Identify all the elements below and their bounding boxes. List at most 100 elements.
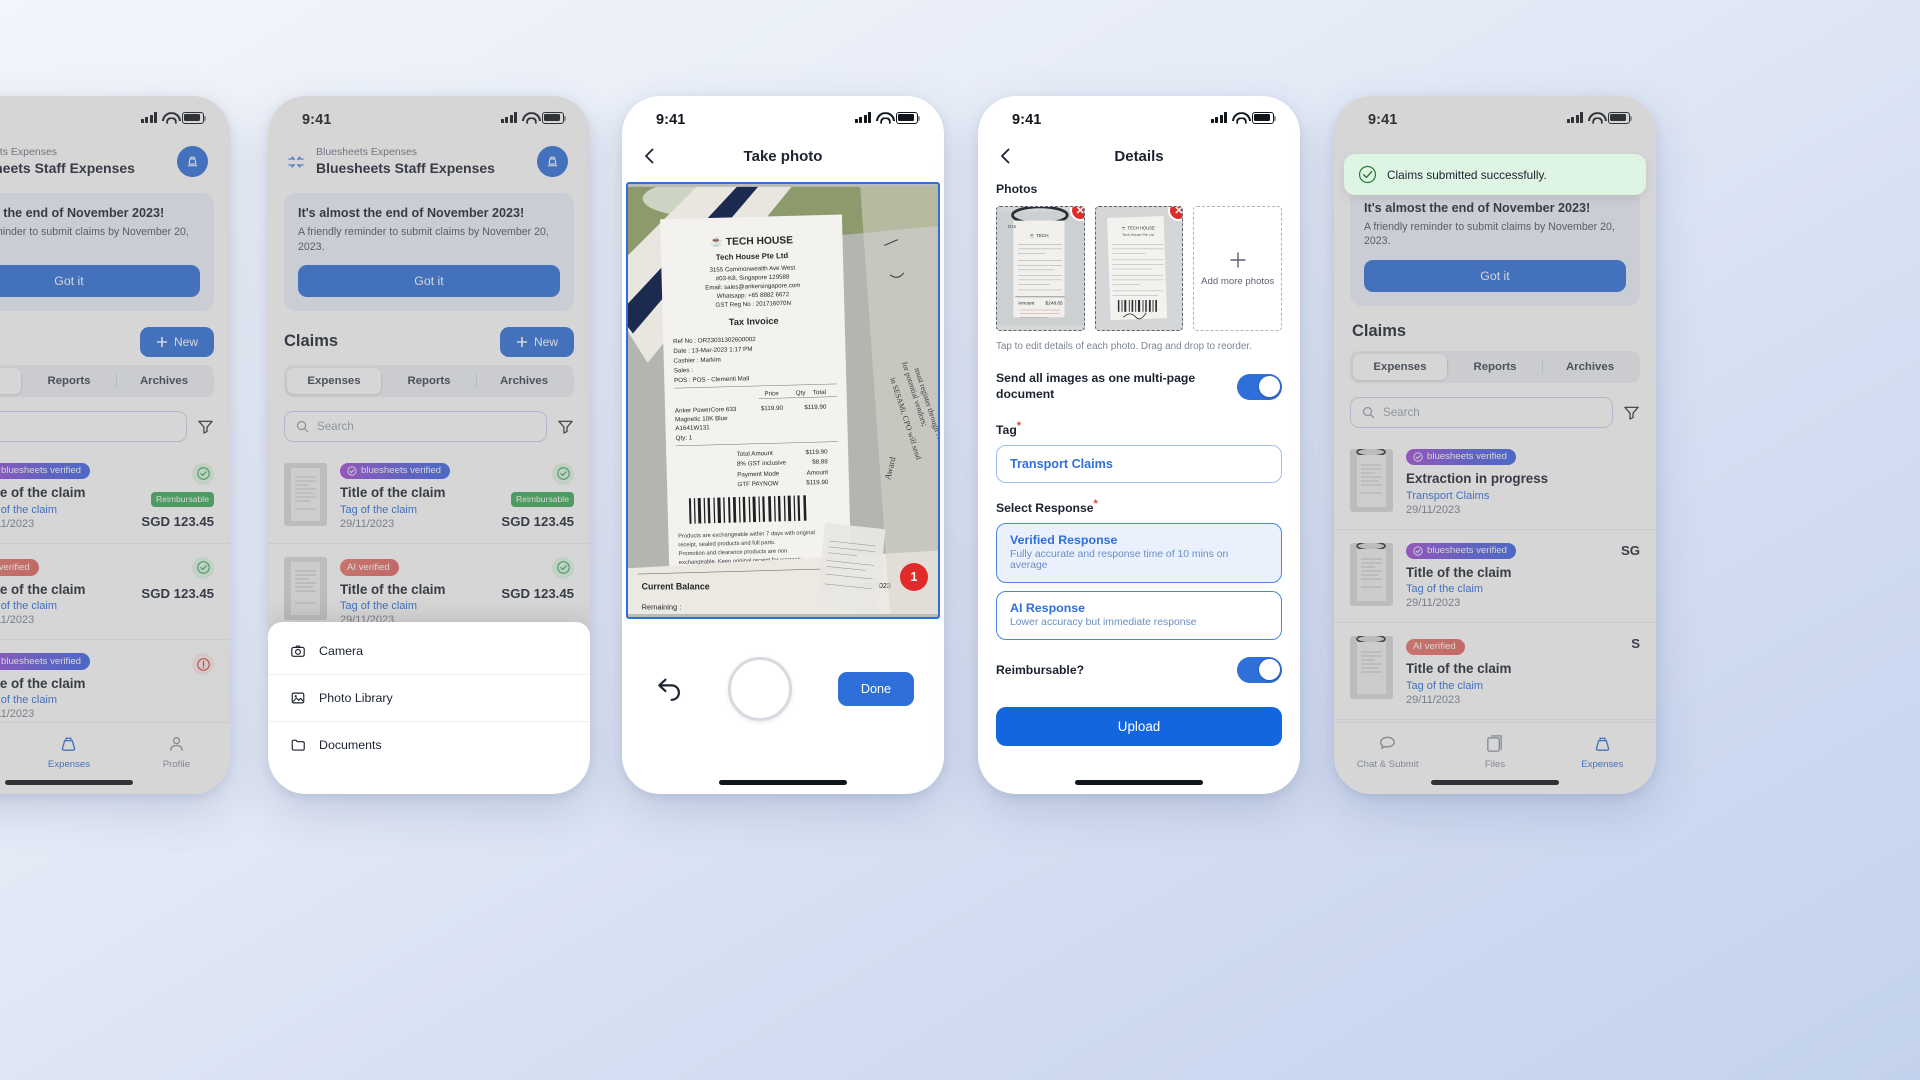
tab-reports[interactable]: Reports	[382, 368, 476, 394]
svg-text:Tech House Pte Ltd: Tech House Pte Ltd	[716, 251, 789, 262]
avatar[interactable]	[177, 146, 208, 178]
svg-text:$119.90: $119.90	[806, 479, 829, 487]
status-bar: 9:41	[268, 96, 590, 142]
tab-reports[interactable]: Reports	[1448, 354, 1542, 380]
workspace-title: Bluesheets Staff Expenses	[316, 160, 495, 177]
verification-badge: bluesheets verified	[1406, 448, 1516, 466]
search-row: Search	[1334, 383, 1656, 432]
photo-count-badge: 1	[900, 563, 928, 591]
search-input[interactable]: Search	[0, 410, 187, 442]
claim-row[interactable]: bluesheets verified Extraction in progre…	[1334, 436, 1656, 530]
claim-row[interactable]: bluesheets verified Title of the claim T…	[268, 450, 590, 544]
verification-badge: bluesheets verified	[340, 462, 450, 480]
details-header: Details	[978, 142, 1300, 182]
required-asterisk: *	[1016, 419, 1022, 432]
back-chevron-icon[interactable]	[640, 146, 660, 166]
tab-expenses[interactable]: Expenses	[1353, 353, 1447, 380]
reminder-banner: It's almost the end of November 2023! A …	[0, 193, 214, 311]
undo-icon[interactable]	[652, 674, 683, 705]
tab-profile[interactable]: Profile	[123, 733, 230, 770]
badge-label: bluesheets verified	[361, 465, 441, 477]
shutter-button[interactable]	[728, 657, 793, 721]
phone-screen-details: 9:41 Details Photos B16 ☕ TECH Amount $248.…	[978, 96, 1300, 794]
svg-text:B16: B16	[1008, 224, 1017, 229]
tab-expenses[interactable]: Expenses	[1549, 733, 1656, 770]
verified-check-icon	[1413, 452, 1423, 462]
battery-icon	[896, 112, 921, 124]
svg-text:$119.90: $119.90	[804, 404, 827, 412]
got-it-button[interactable]: Got it	[298, 264, 560, 297]
tab-reports[interactable]: Reports	[22, 368, 116, 394]
svg-text:Cashier : Markim: Cashier : Markim	[673, 357, 720, 365]
tab-archives[interactable]: Archives	[117, 368, 211, 394]
sheet-item-documents[interactable]: Documents	[268, 722, 590, 768]
status-bar: 9:41	[0, 96, 230, 142]
workspace-title: Bluesheets Staff Expenses	[0, 160, 135, 177]
status-badge-ok	[552, 462, 574, 485]
claim-row[interactable]: AI verified Title of the claim Tag of th…	[0, 544, 230, 641]
sheet-item-photo-library[interactable]: Photo Library	[268, 675, 590, 722]
battery-icon	[1608, 112, 1633, 124]
claim-title: Title of the claim	[340, 485, 446, 501]
tab-expenses[interactable]: Expenses	[0, 367, 21, 394]
tab-archives[interactable]: Archives	[477, 368, 571, 394]
claim-row[interactable]: bluesheets verified Title of the claim T…	[0, 450, 230, 544]
photos-row: B16 ☕ TECH Amount $248.65 ✕ ☕ TECH HOUSE Tec…	[996, 206, 1283, 331]
search-input[interactable]: Search	[1350, 396, 1613, 428]
claim-tag: Tag of the claim	[0, 503, 58, 516]
claim-tag: Tag of the claim	[1406, 583, 1484, 596]
claim-amount: SGD 123.45	[501, 513, 574, 529]
got-it-button[interactable]: Got it	[0, 264, 200, 297]
camera-viewport[interactable]: ☕ TECH HOUSE Tech House Pte Ltd 3155 Com…	[626, 182, 940, 619]
svg-text:Amount: Amount	[1018, 301, 1035, 307]
claim-title: Title of the claim	[0, 581, 86, 597]
done-button[interactable]: Done	[837, 672, 914, 706]
tab-expenses[interactable]: Expenses	[15, 733, 122, 770]
response-option-verified[interactable]: Verified Response Fully accurate and res…	[996, 522, 1282, 583]
claim-thumbnail	[284, 462, 327, 526]
banner-title: It's almost the end of November 2023!	[298, 206, 525, 221]
reminder-banner: It's almost the end of November 2023! A …	[284, 193, 574, 311]
avatar[interactable]	[537, 146, 568, 178]
reimbursable-toggle[interactable]	[1237, 656, 1282, 683]
add-more-photos-button[interactable]: Add more photos	[1193, 206, 1283, 331]
claim-title: Title of the claim	[1406, 661, 1512, 677]
photos-hint: Tap to edit details of each photo. Drag …	[996, 341, 1252, 352]
cellular-signal-icon	[855, 112, 871, 124]
photo-thumbnail[interactable]: ☕ TECH HOUSE Tech House Pte Ltd ✕	[1094, 206, 1184, 331]
response-option-ai[interactable]: AI Response Lower accuracy but immediate…	[996, 590, 1282, 640]
verification-badge: AI verified	[0, 559, 39, 576]
upload-button[interactable]: Upload	[996, 706, 1282, 746]
back-chevron-icon[interactable]	[996, 146, 1016, 166]
plus-icon	[516, 336, 528, 348]
page-title: Details	[1114, 147, 1164, 165]
reminder-banner: It's almost the end of November 2023! A …	[1350, 188, 1640, 306]
claim-row[interactable]: AI verified Title of the claim Tag of th…	[1334, 623, 1656, 720]
filter-icon[interactable]	[197, 418, 214, 435]
sheet-item-camera[interactable]: Camera	[268, 628, 590, 675]
multipage-toggle[interactable]	[1237, 373, 1282, 400]
tab-archives[interactable]: Archives	[1543, 354, 1637, 380]
search-input[interactable]: Search	[284, 410, 547, 442]
claim-row[interactable]: bluesheets verified Title of the claim T…	[1334, 530, 1656, 624]
photo-thumbnail[interactable]: B16 ☕ TECH Amount $248.65 ✕	[996, 206, 1085, 331]
tab-files[interactable]: Files	[1441, 733, 1548, 770]
new-claim-button[interactable]: New	[499, 326, 574, 357]
tab-expenses[interactable]: Expenses	[287, 367, 381, 394]
tag-field[interactable]: Transport Claims	[996, 444, 1282, 483]
filter-icon[interactable]	[1623, 404, 1640, 421]
toast-message: Claims submitted successfully.	[1387, 167, 1547, 182]
got-it-button[interactable]: Got it	[1364, 259, 1626, 292]
svg-text:☕ TECH HOUSE: ☕ TECH HOUSE	[1121, 226, 1155, 231]
status-badge-ok	[192, 556, 214, 579]
tab-files[interactable]: Files	[0, 733, 15, 770]
home-indicator	[1075, 780, 1203, 785]
status-badge-ok	[552, 556, 574, 579]
tab-chat-submit[interactable]: Chat & Submit	[1334, 733, 1441, 770]
new-claim-button[interactable]: New	[139, 326, 214, 357]
expenses-icon	[1595, 737, 1610, 751]
reimbursable-pill: Reimbursable	[150, 491, 214, 507]
response-label-text: Select Response	[996, 500, 1094, 515]
filter-icon[interactable]	[557, 418, 574, 435]
claim-row[interactable]: bluesheets verified Title of the claim T…	[0, 640, 230, 735]
